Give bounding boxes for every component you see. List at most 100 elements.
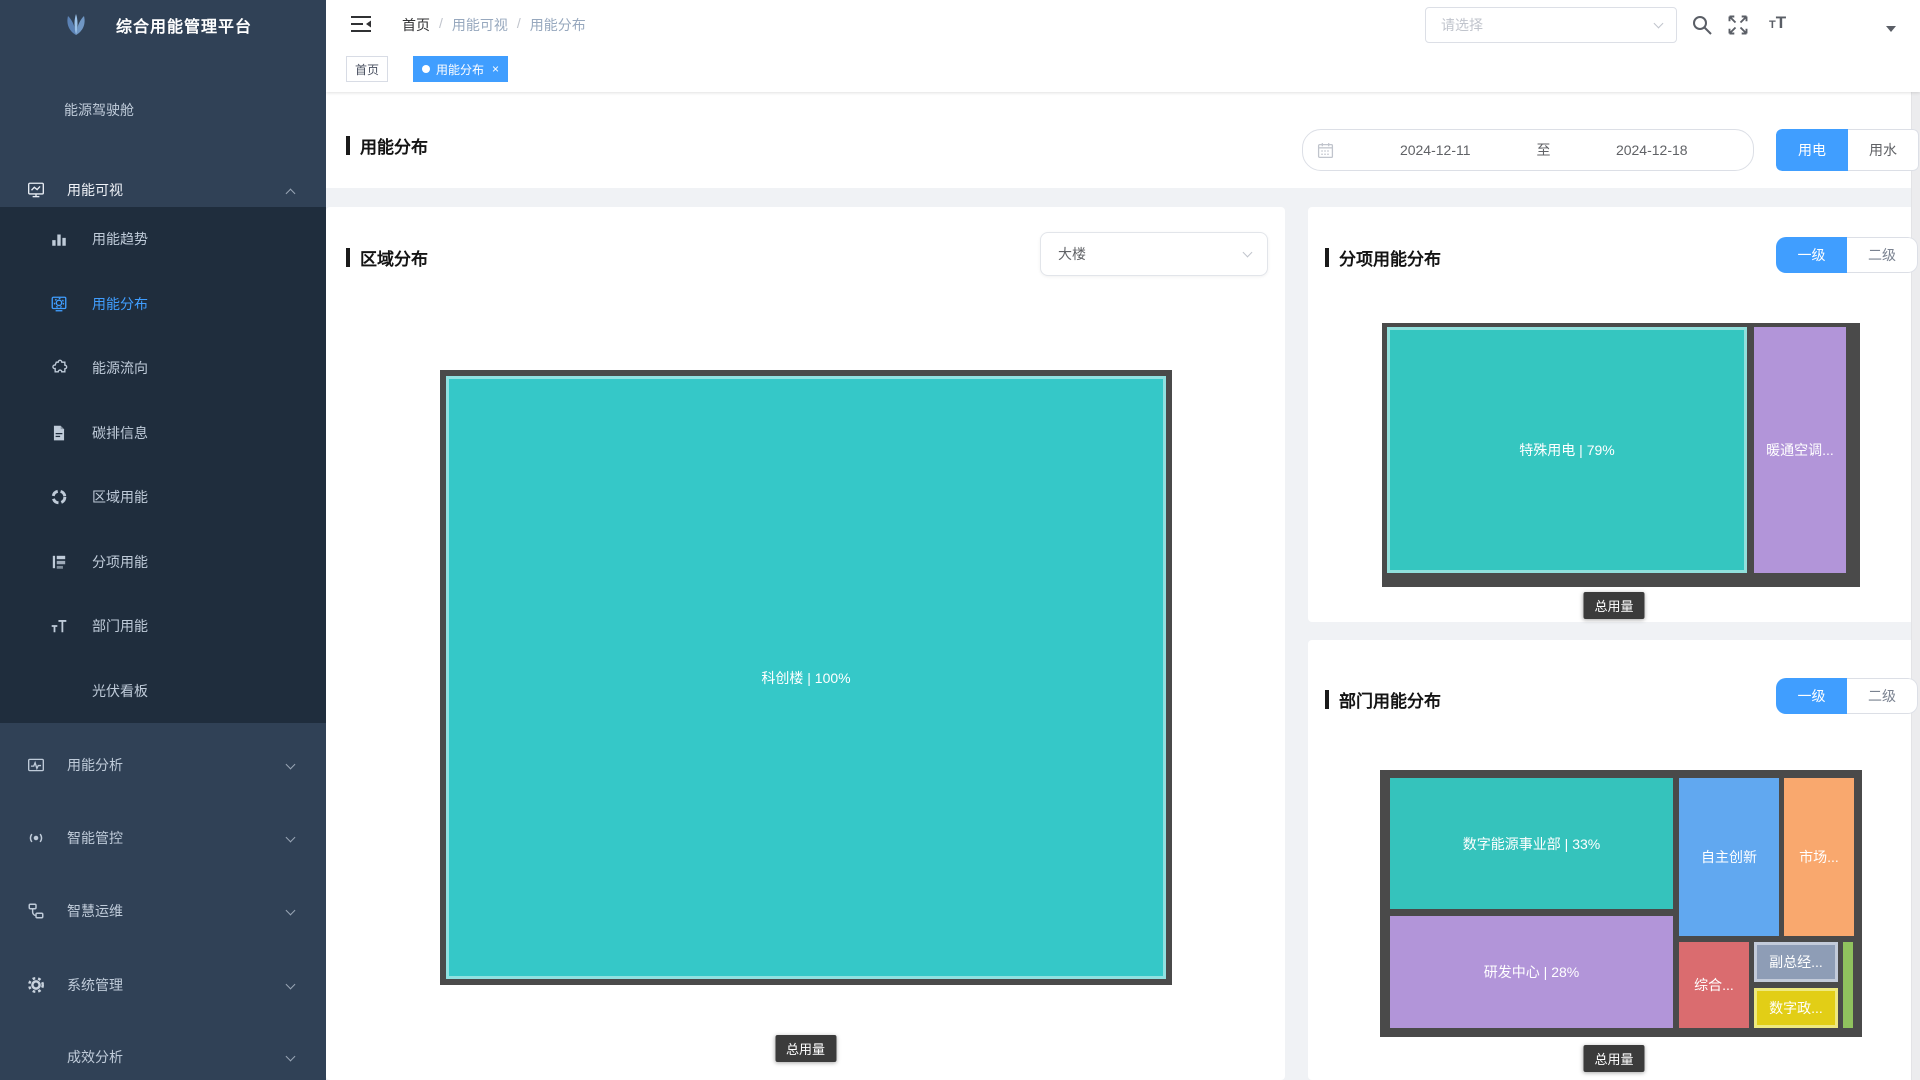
- treemap-node-kechuanglou[interactable]: 科创楼 | 100%: [446, 376, 1166, 979]
- app-root: 综合用能管理平台 能源驾驶舱 用能可视 用能趋势: [0, 0, 1920, 1080]
- sidebar-item-system-settings[interactable]: 系统管理: [0, 963, 326, 1007]
- category-section-title: 分项用能分布: [1325, 245, 1441, 270]
- department-energy-card: 部门用能分布 一级 二级 数字能源事业部 | 33% 研发中心 | 28% 自主…: [1308, 640, 1920, 1080]
- treemap-node-self-innovation[interactable]: 自主创新: [1679, 778, 1779, 936]
- treemap-breadcrumb-total[interactable]: 总用量: [1583, 1045, 1644, 1072]
- sidebar-item-energy-flow[interactable]: 能源流向: [0, 336, 326, 401]
- sidebar-item-carbon-info[interactable]: 碳排信息: [0, 401, 326, 466]
- chevron-down-icon: [286, 905, 296, 915]
- level-1-button[interactable]: 一级: [1776, 678, 1847, 714]
- region-treemap: 科创楼 | 100%: [440, 370, 1172, 985]
- chevron-down-icon: [1654, 19, 1664, 29]
- building-select[interactable]: 大楼: [1040, 232, 1268, 276]
- sidebar-item-energy-distribution[interactable]: 用能分布: [0, 272, 326, 337]
- breadcrumb-home[interactable]: 首页: [402, 15, 430, 35]
- department-treemap: 数字能源事业部 | 33% 研发中心 | 28% 自主创新 市场... 综合..…: [1380, 770, 1862, 1037]
- treemap-node-hvac[interactable]: 暖通空调...: [1754, 327, 1846, 573]
- tab-energy-distribution[interactable]: 用能分布 ×: [413, 56, 508, 82]
- region-distribution-card: 区域分布 大楼 科创楼 | 100% 总用量: [326, 207, 1285, 1080]
- user-caret-icon[interactable]: [1886, 26, 1896, 32]
- category-level-toggle: 一级 二级: [1776, 237, 1918, 273]
- sidebar-item-department-energy[interactable]: 部门用能: [0, 594, 326, 659]
- page-title: 用能分布: [346, 133, 428, 158]
- tab-home[interactable]: 首页: [346, 56, 388, 82]
- sidebar-item-performance-analysis[interactable]: 成效分析: [0, 1035, 326, 1079]
- sidebar-submenu: 用能趋势 用能分布 能源流向: [0, 207, 326, 723]
- chevron-down-icon: [286, 979, 296, 989]
- level-1-button[interactable]: 一级: [1776, 237, 1847, 273]
- puzzle-icon: [50, 359, 68, 377]
- donut-icon: [50, 488, 68, 506]
- sidebar-item-region-energy[interactable]: 区域用能: [0, 465, 326, 530]
- treemap-node-market[interactable]: 市场...: [1784, 778, 1854, 936]
- fullscreen-icon[interactable]: [1726, 13, 1750, 37]
- text-size-icon: [50, 617, 68, 635]
- gear-icon: [27, 976, 45, 994]
- energy-type-toggle: 用电 用水: [1776, 129, 1919, 171]
- treemap-node-rd-center[interactable]: 研发中心 | 28%: [1390, 916, 1673, 1028]
- title-bar-marker: [1325, 248, 1329, 267]
- workflow-icon: [27, 902, 45, 920]
- department-section-title: 部门用能分布: [1325, 687, 1441, 712]
- chevron-down-icon: [286, 759, 296, 769]
- page-header-band: 用能分布 2024-12-11 至 2024-12-18 用电 用水: [326, 92, 1920, 188]
- sidebar-item-dashboard[interactable]: 能源驾驶舱: [0, 88, 326, 132]
- title-bar-marker: [346, 136, 350, 155]
- treemap-node-general-office[interactable]: 综合...: [1679, 942, 1749, 1028]
- search-icon[interactable]: [1690, 13, 1714, 37]
- sidebar-item-energy-visual[interactable]: 用能可视: [0, 168, 326, 212]
- top-header: 首页 / 用能可视 / 用能分布 请选择 TT: [326, 0, 1920, 50]
- chevron-down-icon: [286, 832, 296, 842]
- sidebar-item-energy-trend[interactable]: 用能趋势: [0, 207, 326, 272]
- breadcrumb-energy-visual: 用能可视: [452, 15, 508, 35]
- title-bar-marker: [1325, 690, 1329, 709]
- sidebar-item-subitem-energy[interactable]: 分项用能: [0, 530, 326, 595]
- collapse-sidebar-icon[interactable]: [350, 14, 372, 34]
- treemap-node-small[interactable]: [1843, 942, 1853, 1028]
- level-2-button[interactable]: 二级: [1847, 678, 1918, 714]
- monitor-gear-icon: [50, 295, 68, 313]
- monitor-chart-icon: [27, 181, 45, 199]
- date-from-input[interactable]: 2024-12-11: [1334, 142, 1537, 158]
- sidebar-item-smart-control[interactable]: 智能管控: [0, 816, 326, 860]
- treemap-node-digital-energy-dept[interactable]: 数字能源事业部 | 33%: [1390, 778, 1673, 909]
- logo: 综合用能管理平台: [0, 0, 326, 50]
- header-search-select[interactable]: 请选择: [1425, 7, 1677, 43]
- breadcrumb: 首页 / 用能可视 / 用能分布: [402, 15, 586, 35]
- app-title: 综合用能管理平台: [116, 13, 252, 37]
- breadcrumb-current: 用能分布: [530, 15, 586, 35]
- active-tab-dot-icon: [422, 65, 430, 73]
- sidebar: 综合用能管理平台 能源驾驶舱 用能可视 用能趋势: [0, 0, 326, 1080]
- sidebar-item-pv-board[interactable]: 光伏看板: [0, 659, 326, 724]
- treemap-node-special-power[interactable]: 特殊用电 | 79%: [1387, 327, 1747, 573]
- broadcast-icon: [27, 829, 45, 847]
- date-range-picker[interactable]: 2024-12-11 至 2024-12-18: [1302, 129, 1754, 171]
- sidebar-item-energy-analysis[interactable]: 用能分析: [0, 743, 326, 787]
- monitor-line-icon: [27, 756, 45, 774]
- chevron-down-icon: [286, 1051, 296, 1061]
- document-icon: [50, 424, 68, 442]
- treemap-breadcrumb-total[interactable]: 总用量: [1583, 592, 1644, 619]
- level-2-button[interactable]: 二级: [1847, 237, 1918, 273]
- department-level-toggle: 一级 二级: [1776, 678, 1918, 714]
- calendar-icon: [1317, 142, 1334, 159]
- category-energy-card: 分项用能分布 一级 二级 特殊用电 | 79% 暖通空调... 总用量: [1308, 207, 1920, 622]
- sidebar-item-smart-ops[interactable]: 智慧运维: [0, 889, 326, 933]
- treemap-node-deputy-gm[interactable]: 副总经...: [1754, 942, 1838, 982]
- chevron-up-icon: [286, 188, 296, 198]
- water-button[interactable]: 用水: [1848, 129, 1919, 171]
- region-section-title: 区域分布: [346, 245, 428, 270]
- electricity-button[interactable]: 用电: [1776, 129, 1848, 171]
- avatar[interactable]: [1822, 3, 1868, 49]
- select-placeholder: 请选择: [1441, 15, 1483, 35]
- treemap-breadcrumb-total[interactable]: 总用量: [775, 1035, 836, 1062]
- font-size-icon[interactable]: TT: [1769, 13, 1786, 33]
- tree-list-icon: [50, 553, 68, 571]
- category-treemap: 特殊用电 | 79% 暖通空调...: [1382, 323, 1860, 587]
- bar-chart-icon: [50, 230, 68, 248]
- date-to-input[interactable]: 2024-12-18: [1551, 142, 1754, 158]
- close-tab-icon[interactable]: ×: [492, 62, 499, 76]
- logo-icon: [60, 10, 92, 40]
- tags-view-bar: 首页 用能分布 ×: [326, 50, 1920, 92]
- treemap-node-digital-gov[interactable]: 数字政...: [1754, 988, 1838, 1028]
